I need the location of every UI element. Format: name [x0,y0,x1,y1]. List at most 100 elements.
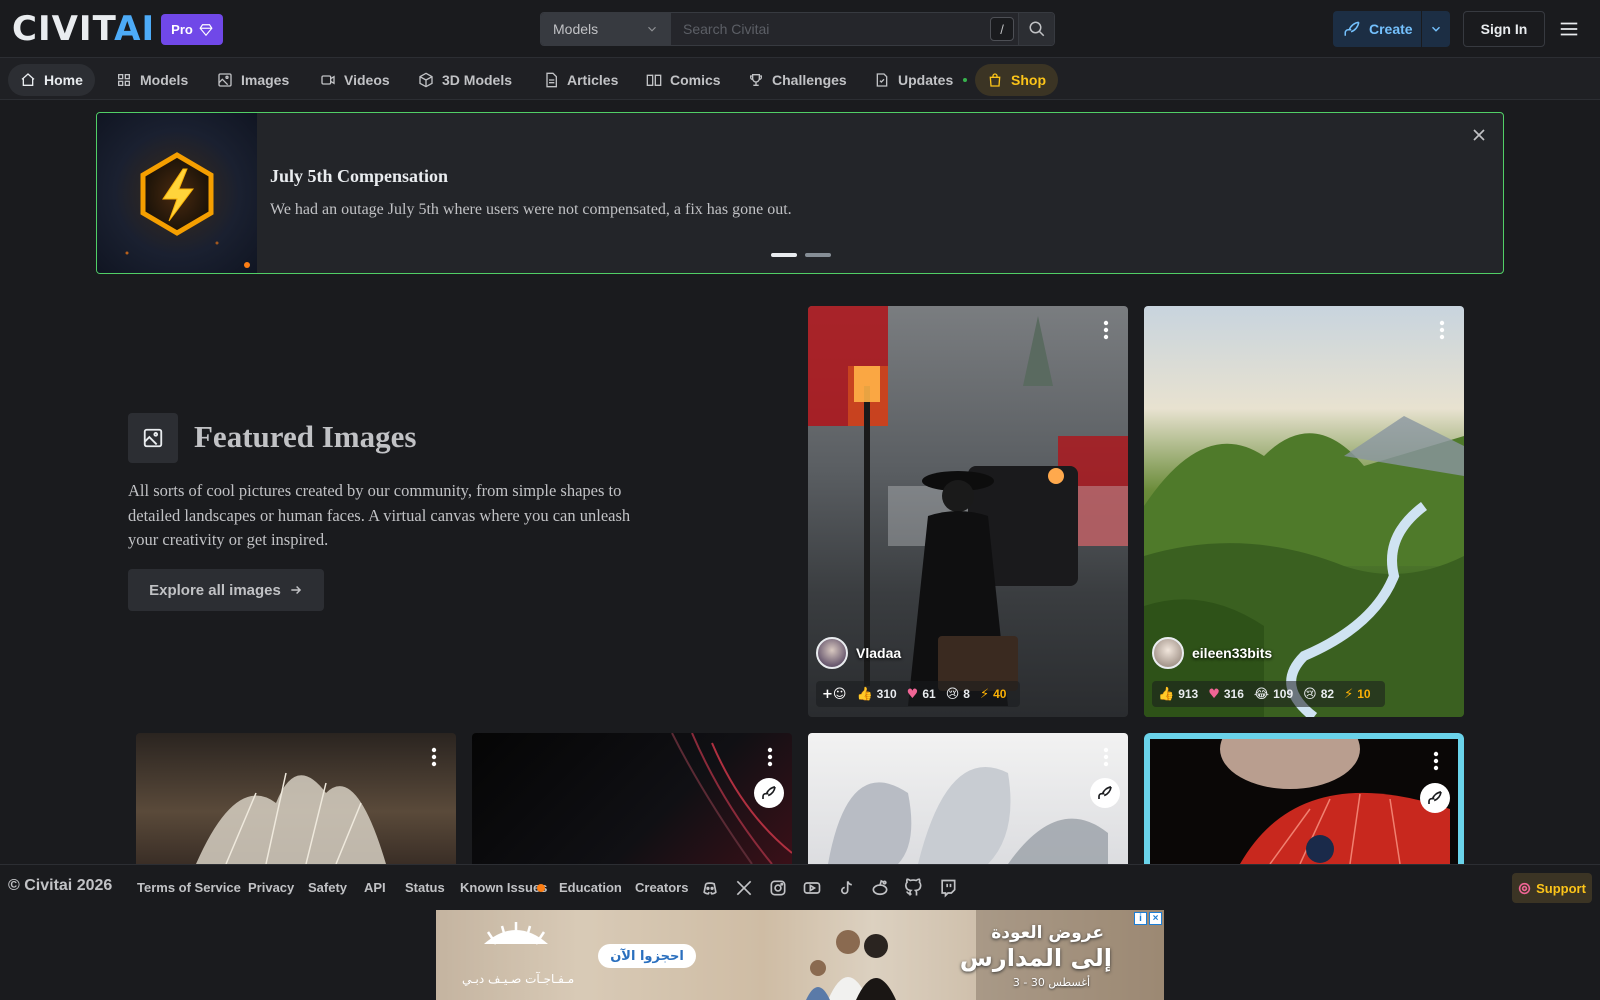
image-card[interactable]: eileen33bits 👍 913 ♥ 316 😂 109 😢 82 ⚡ 10 [1144,306,1464,717]
reaction-heart[interactable]: ♥ 316 [1208,687,1244,702]
reaction-buzz[interactable]: ⚡ 10 [1344,687,1371,702]
add-reaction-button[interactable]: +☺ [822,687,846,702]
nav-updates[interactable]: Updates [862,64,979,96]
create-button[interactable]: Create [1333,20,1421,38]
ad-dates: 3 - 30 أغسطس [1012,976,1090,989]
x-twitter-icon[interactable] [734,878,754,898]
image-card[interactable] [472,733,792,864]
nav-shop[interactable]: Shop [975,64,1058,96]
reaction-buzz[interactable]: ⚡ 40 [980,687,1007,702]
pro-label: Pro [171,22,193,37]
search-scope-select[interactable]: Models [541,13,671,45]
ad-info-icon[interactable]: i [1134,912,1147,925]
remix-button[interactable] [1090,778,1120,808]
twitch-icon[interactable] [938,878,958,898]
card-menu-icon[interactable] [1434,318,1450,342]
logo-text-civit: CIVIT [12,9,115,49]
close-icon [1473,129,1485,141]
nav-models-label: Models [140,72,189,88]
nav-comics[interactable]: Comics [634,64,733,96]
advertisement-banner[interactable]: احجزوا الآن مـفـاجـآت صـيـف دبـي عروض ال… [436,910,1164,1000]
instagram-icon[interactable] [768,878,788,898]
card-user[interactable]: Vladaa [816,637,901,669]
discord-icon[interactable] [700,878,720,898]
cube-icon [419,72,433,88]
explore-all-images-button[interactable]: Explore all images [128,569,324,611]
nav-images[interactable]: Images [205,64,301,96]
ad-close-icon[interactable]: × [1149,912,1162,925]
home-icon [21,73,35,86]
search-button[interactable] [1018,13,1054,45]
updates-icon [876,73,888,87]
brush-icon [1428,791,1442,804]
footer-link-api[interactable]: API [364,880,386,895]
tiktok-icon[interactable] [836,878,856,898]
create-label: Create [1369,21,1413,37]
civitai-logo[interactable]: CIVITAI [12,12,155,46]
ad-cta-button[interactable]: احجزوا الآن [598,944,696,968]
card-menu-icon[interactable] [1098,745,1114,769]
nav-comics-label: Comics [670,72,721,88]
nav-videos[interactable]: Videos [308,64,402,96]
card-menu-icon[interactable] [1098,318,1114,342]
explore-label: Explore all images [149,581,281,599]
search-input[interactable] [671,13,1018,45]
arrow-right-icon [291,585,301,595]
card-user[interactable]: eileen33bits [1152,637,1272,669]
footer-link-terms[interactable]: Terms of Service [137,880,241,895]
image-icon [218,73,232,87]
nav-challenges[interactable]: Challenges [736,64,859,96]
reaction-laugh[interactable]: 😂 109 [1254,687,1293,702]
github-icon[interactable] [904,878,924,898]
image-card[interactable] [136,733,456,864]
brush-icon [1344,21,1360,36]
carousel-dot-1[interactable] [771,253,797,257]
footer-link-known-issues[interactable]: Known Issues [460,880,547,895]
banner-title: July 5th Compensation [270,166,449,186]
footer-link-privacy[interactable]: Privacy [248,880,294,895]
nav-models[interactable]: Models [104,64,200,96]
sign-in-button[interactable]: Sign In [1463,11,1545,47]
reaction-like[interactable]: 👍 310 [856,687,896,702]
create-dropdown-toggle[interactable] [1421,11,1450,47]
reaction-like[interactable]: 👍 913 [1158,687,1198,702]
card-menu-icon[interactable] [1428,749,1444,773]
card-menu-icon[interactable] [426,745,442,769]
heart-icon: ♥ [906,686,919,702]
hamburger-menu-button[interactable] [1558,18,1580,40]
remix-button[interactable] [1420,783,1450,813]
lightning-badge-image [97,113,257,273]
footer-link-safety[interactable]: Safety [308,880,347,895]
reddit-icon[interactable] [870,878,890,898]
youtube-icon[interactable] [802,878,822,898]
pro-button[interactable]: Pro [161,14,223,45]
reaction-cry[interactable]: 😢 8 [946,687,970,702]
image-card[interactable] [808,733,1128,864]
footer-link-status[interactable]: Status [405,880,445,895]
ad-choices[interactable]: i × [1134,912,1162,925]
reaction-cry[interactable]: 😢 82 [1303,687,1334,702]
support-button[interactable]: Support [1512,873,1592,903]
image-card[interactable] [1144,733,1464,864]
card-menu-icon[interactable] [762,745,778,769]
banner-close-button[interactable] [1469,125,1489,145]
top-header: CIVITAI Pro Models / Create Sign In [0,0,1600,58]
ad-brand: مـفـاجـآت صـيـف دبـي [462,972,575,986]
red-umbrella-image [1150,739,1458,864]
nav-home[interactable]: Home [8,64,95,96]
footer-link-education[interactable]: Education [559,880,622,895]
ad-headline-1: عروض العودة [991,923,1104,943]
reaction-heart[interactable]: ♥ 61 [907,687,936,702]
footer: © Civitai 2026 Terms of Service Privacy … [0,864,1600,910]
dark-hair-image [671,733,792,864]
support-label: Support [1536,880,1586,896]
nav-articles[interactable]: Articles [531,64,630,96]
nav-challenges-label: Challenges [772,72,847,88]
footer-link-creators[interactable]: Creators [635,880,688,895]
image-card[interactable]: Vladaa +☺ 👍 310 ♥ 61 😢 8 ⚡ 40 [808,306,1128,717]
brush-icon [762,786,776,799]
carousel-dot-2[interactable] [805,253,831,257]
brush-icon [1098,786,1112,799]
remix-button[interactable] [754,778,784,808]
nav-3d-models[interactable]: 3D Models [406,64,524,96]
